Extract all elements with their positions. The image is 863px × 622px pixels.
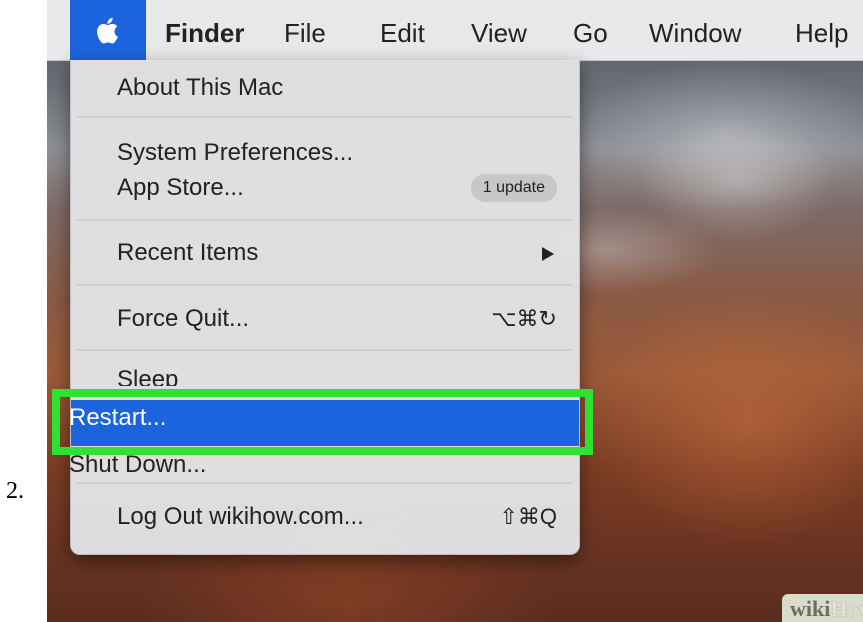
desktop-screen: Finder File Edit View Go Window Help Abo… [47,0,863,622]
menu-bar: Finder File Edit View Go Window Help [47,0,863,61]
force-quit-shortcut: ⌥⌘↻ [491,306,557,331]
update-count-badge: 1 update [470,174,557,202]
menubar-item-file[interactable]: File [284,0,326,60]
menu-item-label: App Store... [117,174,244,201]
apple-menu-dropdown: About This Mac System Preferences... App… [70,60,580,555]
highlight-box [52,389,593,455]
submenu-arrow-icon [542,247,554,261]
menu-item-label: Sleep [117,366,179,386]
menu-item-app-store[interactable]: App Store... 1 update [71,166,579,210]
menu-separator [77,482,573,484]
wikihow-watermark: wikiHow [782,594,863,622]
menu-item-about-this-mac[interactable]: About This Mac [71,66,579,110]
menu-separator [77,349,573,351]
menubar-item-view[interactable]: View [471,0,527,60]
menubar-item-help[interactable]: Help [795,0,848,60]
apple-menu-button[interactable] [70,0,146,60]
desktop-wallpaper-mist [577,60,863,210]
log-out-shortcut: ⇧⌘Q [499,504,557,529]
menubar-item-window[interactable]: Window [649,0,741,60]
menu-item-log-out[interactable]: Log Out wikihow.com... ⇧⌘Q [71,495,579,539]
menu-item-label: Force Quit... [117,305,250,332]
menu-separator [77,219,573,221]
menu-item-label: Log Out wikihow.com... [117,503,364,530]
menubar-item-go[interactable]: Go [573,0,608,60]
menu-item-label: About This Mac [117,74,284,101]
menu-separator [77,116,573,118]
menu-item-sleep[interactable]: Sleep [71,360,579,386]
menu-separator [77,284,573,286]
menubar-item-finder[interactable]: Finder [165,0,244,60]
apple-logo-icon [97,17,118,44]
menu-item-shut-down[interactable]: Shut Down... [69,453,206,477]
menu-item-recent-items[interactable]: Recent Items [71,231,579,275]
step-number: 2. [6,478,24,504]
menubar-item-edit[interactable]: Edit [380,0,425,60]
menu-item-force-quit[interactable]: Force Quit... ⌥⌘↻ [71,297,579,341]
watermark-wiki: wiki [790,596,831,621]
watermark-how: How [830,596,863,621]
menu-item-label: Recent Items [117,239,259,266]
